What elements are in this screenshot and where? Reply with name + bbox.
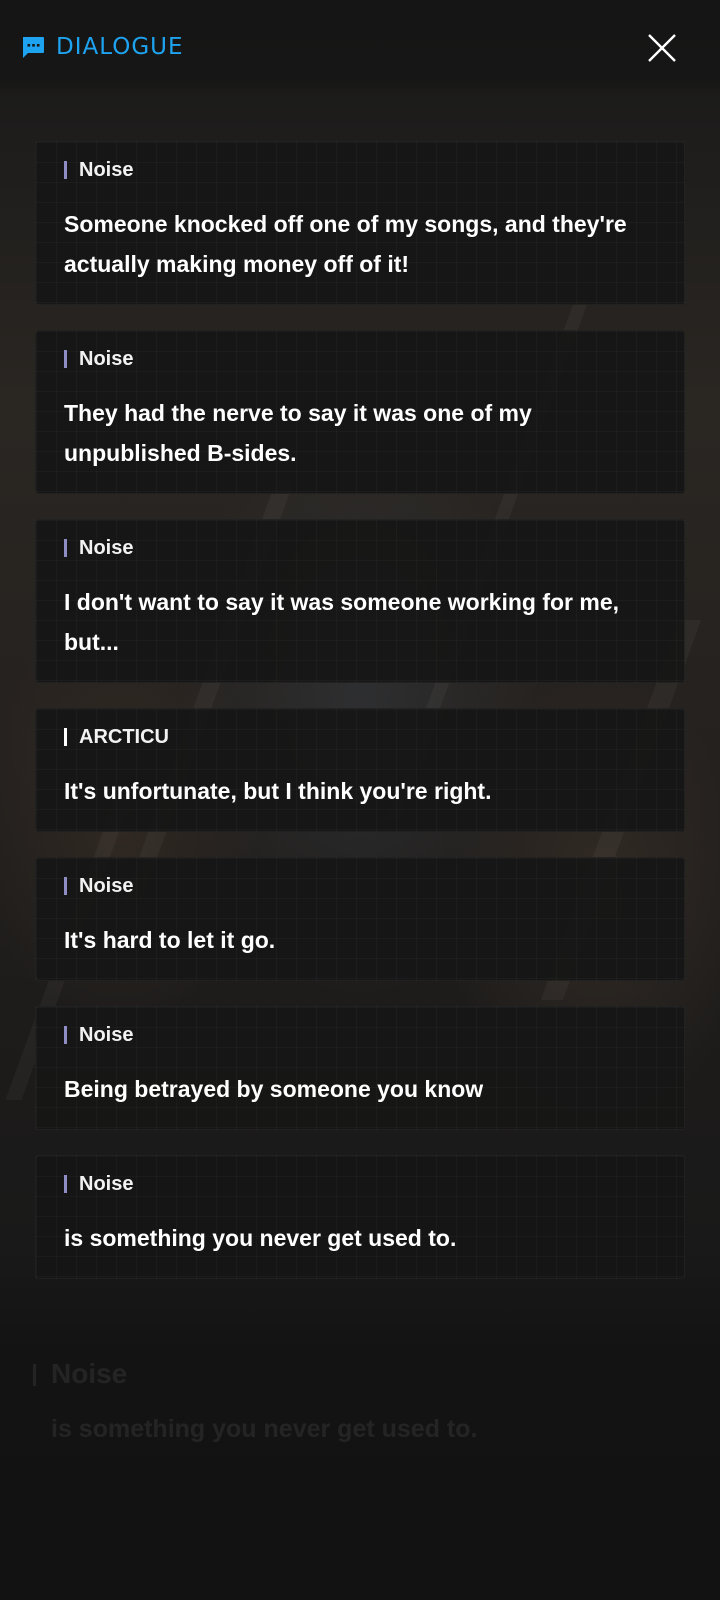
speaker-marker xyxy=(64,1175,67,1193)
dialogue-header: DIALOGUE xyxy=(0,0,720,96)
dialogue-entry: ARCTICU It's unfortunate, but I think yo… xyxy=(35,708,685,832)
ghost-speaker-name: Noise xyxy=(51,1358,128,1389)
dialogue-text: Someone knocked off one of my songs, and… xyxy=(64,211,627,277)
dialogue-text: They had the nerve to say it was one of … xyxy=(64,400,532,466)
dialogue-entry: Noise I don't want to say it was someone… xyxy=(35,519,685,683)
ghost-speaker-bar xyxy=(33,1364,36,1386)
dialogue-text: It's unfortunate, but I think you're rig… xyxy=(64,778,492,804)
dialogue-text: is something you never get used to. xyxy=(64,1225,457,1251)
dialogue-entry: Noise Being betrayed by someone you know xyxy=(35,1006,685,1130)
dialogue-entry: Noise It's hard to let it go. xyxy=(35,857,685,981)
dialogue-text: It's hard to let it go. xyxy=(64,927,276,953)
ghost-line-text: is something you never get used to. xyxy=(51,1415,478,1443)
dialogue-entry: Noise is something you never get used to… xyxy=(35,1155,685,1279)
speaker-name: Noise xyxy=(79,874,134,897)
speaker-marker xyxy=(64,728,67,746)
page-title: DIALOGUE xyxy=(56,34,184,60)
chat-bubble-icon xyxy=(23,37,44,58)
dialogue-entry: Noise Someone knocked off one of my song… xyxy=(35,141,685,305)
speaker-name: Noise xyxy=(79,158,134,181)
speaker-name: Noise xyxy=(79,536,134,559)
speaker-marker xyxy=(64,877,67,895)
close-icon xyxy=(648,34,676,62)
speaker-row: Noise xyxy=(64,534,656,562)
speaker-name: Noise xyxy=(79,1172,134,1195)
speaker-row: Noise xyxy=(64,872,656,900)
speaker-name: Noise xyxy=(79,347,134,370)
speaker-name: ARCTICU xyxy=(79,725,169,748)
speaker-row: ARCTICU xyxy=(64,723,656,751)
speaker-marker xyxy=(64,350,67,368)
speaker-marker xyxy=(64,161,67,179)
speaker-marker xyxy=(64,539,67,557)
speaker-row: Noise xyxy=(64,1021,656,1049)
dialogue-text: Being betrayed by someone you know xyxy=(64,1076,484,1102)
dialogue-entry: Noise They had the nerve to say it was o… xyxy=(35,330,685,494)
speaker-marker xyxy=(64,1026,67,1044)
dialogue-text: I don't want to say it was someone worki… xyxy=(64,589,619,655)
header-title-group: DIALOGUE xyxy=(20,32,184,62)
close-button[interactable] xyxy=(644,30,680,66)
speaker-row: Noise xyxy=(64,345,656,373)
speaker-row: Noise xyxy=(64,156,656,184)
speaker-name: Noise xyxy=(79,1023,134,1046)
speaker-row: Noise xyxy=(64,1170,656,1198)
dialogue-log-list[interactable]: Noise Someone knocked off one of my song… xyxy=(35,141,685,1304)
